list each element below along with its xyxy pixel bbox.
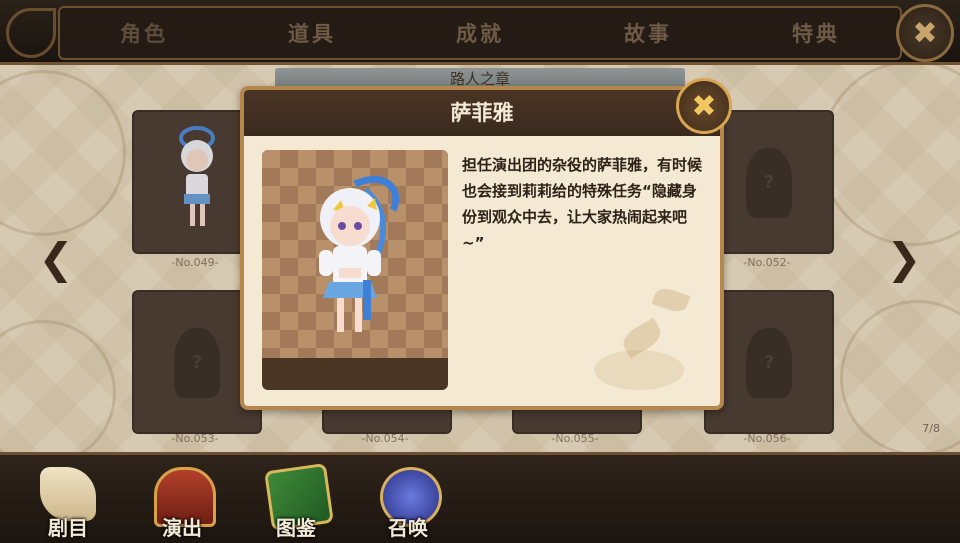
close-icon: ✖ <box>912 15 938 51</box>
tab-characters[interactable]: 角色 <box>60 8 228 58</box>
character-portrait <box>262 150 448 390</box>
leaf-ornament <box>651 284 691 316</box>
swirl-ornament <box>594 350 684 390</box>
tab-stories[interactable]: 故事 <box>564 8 732 58</box>
corner-ornament <box>6 8 56 58</box>
nav-repertoire-button[interactable]: 剧目 <box>26 463 110 543</box>
character-detail-dialog: 萨菲雅 担任演出团的杂役的萨菲雅，有时候也会接到莉莉给的特殊任务“隐藏身份到观众… <box>240 86 724 410</box>
nav-label: 剧目 <box>48 516 88 540</box>
nav-label: 召唤 <box>388 516 428 540</box>
tab-items[interactable]: 道具 <box>228 8 396 58</box>
close-icon: ✖ <box>691 88 717 124</box>
nav-summon-button[interactable]: 召唤 <box>366 463 450 543</box>
nav-label: 图鉴 <box>276 516 316 540</box>
close-button[interactable]: ✖ <box>896 4 954 62</box>
tab-specials[interactable]: 特典 <box>732 8 900 58</box>
top-tab-bar: 角色 道具 成就 故事 特典 ✖ <box>0 0 960 65</box>
character-description: 担任演出团的杂役的萨菲雅，有时候也会接到莉莉给的特殊任务“隐藏身份到观众中去，让… <box>462 156 703 252</box>
tab-list: 角色 道具 成就 故事 特典 <box>58 6 902 60</box>
nav-performance-button[interactable]: 演出 <box>140 463 224 543</box>
nav-label: 演出 <box>162 516 202 540</box>
dialog-title: 萨菲雅 <box>244 90 720 136</box>
tab-achievements[interactable]: 成就 <box>396 8 564 58</box>
nav-encyclopedia-button[interactable]: 图鉴 <box>254 462 338 543</box>
dialog-close-button[interactable]: ✖ <box>676 78 732 134</box>
character-art <box>319 175 400 332</box>
bottom-nav-bar: 剧目 演出 图鉴 召唤 <box>0 452 960 543</box>
